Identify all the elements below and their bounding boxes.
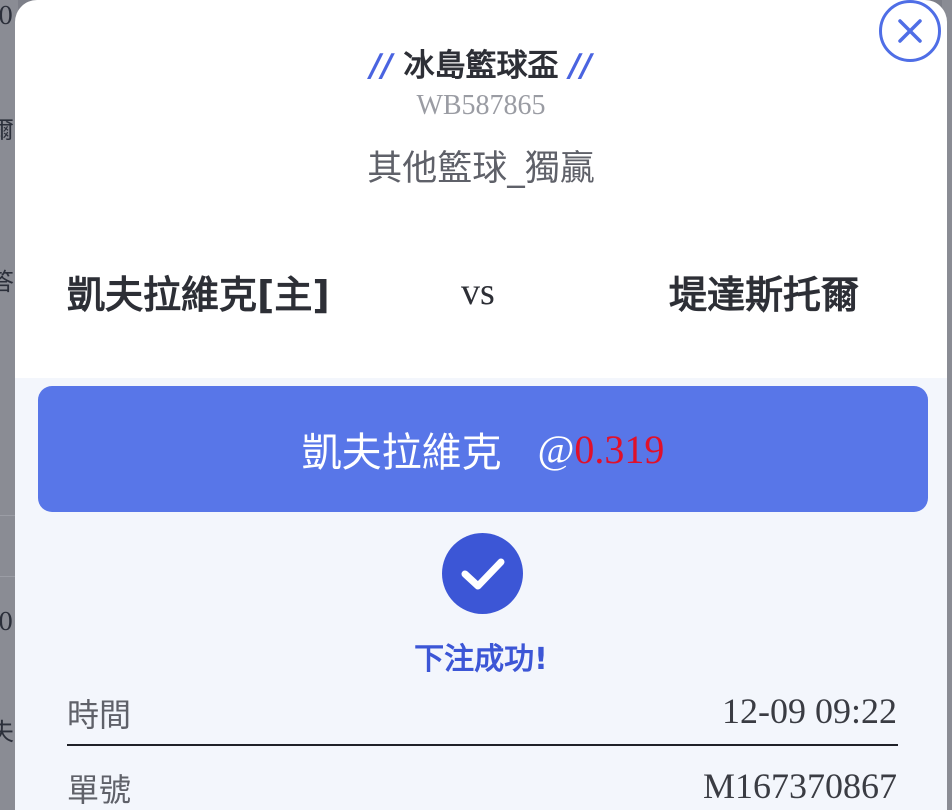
league-title: // 冰島籃球盃 // [15,40,947,85]
detail-label-time: 時間 [67,696,132,734]
bet-selection-bar: 凱夫拉維克 @0.319 [38,386,928,512]
league-name: 冰島籃球盃 [403,48,559,84]
market-name: 其他籃球_獨贏 [367,149,595,189]
close-icon [898,19,922,43]
bet-at-symbol: @ [537,426,575,472]
background-fragment: 0 [0,608,14,636]
detail-value-time: 12-09 09:22 [722,691,897,731]
bet-team: 凱夫拉維克 [301,430,502,476]
league-prefix: // [370,48,393,84]
away-team: 堤達斯托爾 [668,273,859,317]
league-suffix: // [569,48,592,84]
home-team: 凱夫拉維克[主] [67,273,330,317]
details-divider [67,744,898,746]
check-circle-icon [442,533,523,614]
match-id: WB587865 [416,90,546,121]
bet-odds: 0.319 [574,426,665,472]
bet-confirmation-modal: // 冰島籃球盃 // WB587865 其他籃球_獨贏 凱夫拉維克[主] vs… [15,0,947,810]
background-fragment: 0 [0,2,14,30]
detail-label-order: 單號 [67,771,132,809]
success-message: 下注成功! [414,642,548,677]
background-fragment: 爾 [0,116,14,144]
detail-value-order: M167370867 [702,766,897,806]
versus-label: vs [461,271,495,313]
close-button[interactable] [879,0,941,62]
background-fragment: 答 [0,268,14,296]
background-fragment: 夫 [0,718,14,746]
